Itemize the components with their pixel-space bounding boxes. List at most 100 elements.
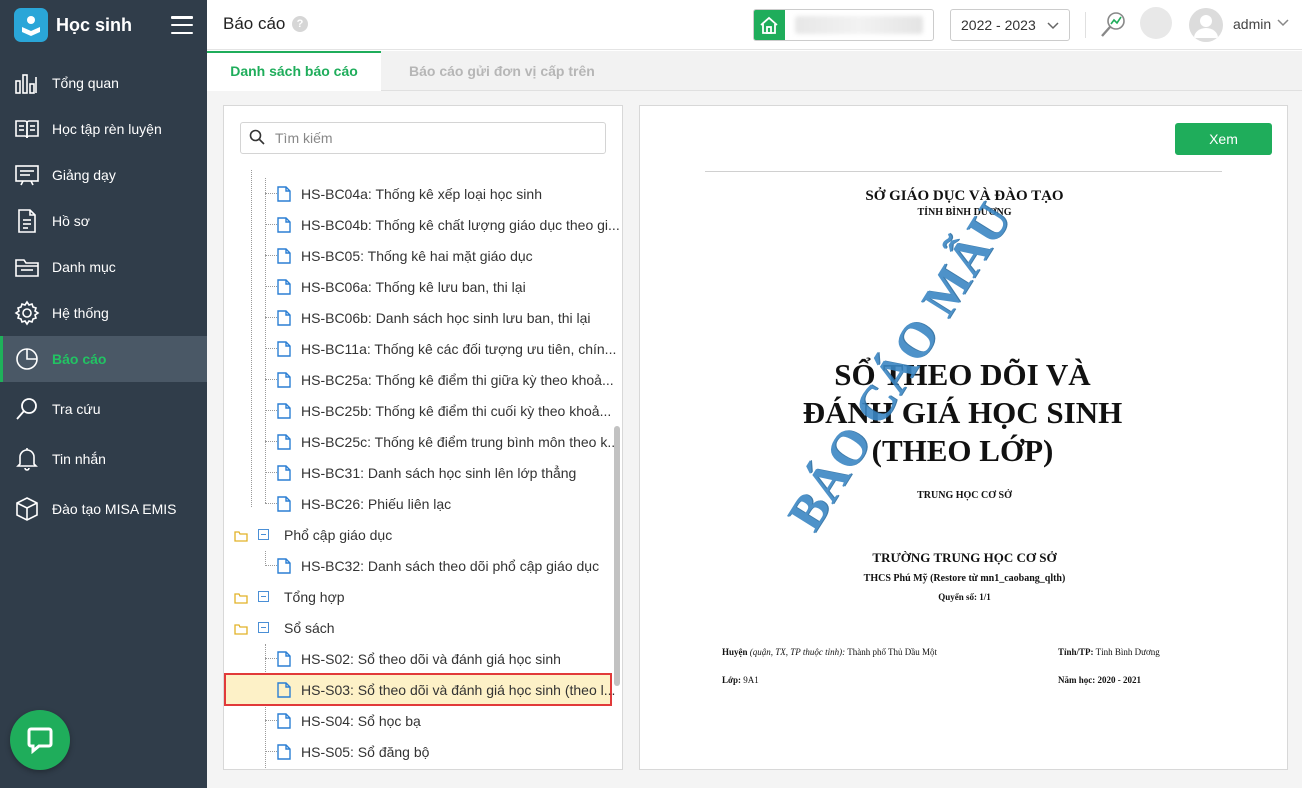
collapse-icon[interactable] — [258, 591, 269, 602]
chevron-down-icon[interactable] — [1277, 14, 1289, 30]
search-field[interactable] — [240, 122, 606, 154]
file-icon — [277, 650, 291, 667]
tree-group-so-sach[interactable]: Sổ sách — [234, 612, 335, 643]
tree-group-label: Tổng hợp — [284, 588, 345, 605]
tree-line — [265, 658, 277, 659]
page-title: Báo cáo — [223, 14, 286, 33]
school-selector[interactable] — [753, 9, 934, 41]
doc-department: SỞ GIÁO DỤC VÀ ĐÀO TẠO — [865, 188, 1064, 204]
search-analytics-icon[interactable] — [1098, 10, 1128, 40]
help-icon[interactable]: ? — [292, 16, 308, 32]
file-icon — [277, 309, 291, 326]
tree-group-tong-hop[interactable]: Tổng hợp — [234, 581, 345, 612]
school-home-icon — [754, 10, 785, 40]
app-title: Học sinh — [56, 14, 133, 35]
tree-line — [265, 551, 266, 566]
cube-icon — [12, 494, 42, 524]
tree-item-s05[interactable]: HS-S05: Sổ đăng bộ — [277, 736, 429, 767]
tree-item-bc04a[interactable]: HS-BC04a: Thống kê xếp loại học sinh — [277, 178, 542, 209]
tree-item-s02[interactable]: HS-S02: Sổ theo dõi và đánh giá học sinh — [277, 643, 561, 674]
tree-item-bc31[interactable]: HS-BC31: Danh sách học sinh lên lớp thẳn… — [277, 457, 576, 488]
tab-reports-to-superior[interactable]: Báo cáo gửi đơn vị cấp trên — [409, 51, 595, 91]
doc-class: Lớp: 9A1 — [722, 675, 759, 685]
tree-line — [265, 472, 277, 473]
tree-item-bc05[interactable]: HS-BC05: Thống kê hai mặt giáo dục — [277, 240, 533, 271]
sidebar-item-tra-cuu[interactable]: Tra cứu — [0, 386, 207, 432]
sidebar-item-he-thong[interactable]: Hệ thống — [0, 290, 207, 336]
collapse-icon[interactable] — [258, 622, 269, 633]
tree-item-label: HS-BC05: Thống kê hai mặt giáo dục — [301, 247, 533, 264]
tree-item-s03-selected[interactable]: HS-S03: Sổ theo dõi và đánh giá học sinh… — [224, 673, 615, 706]
menu-toggle-icon[interactable] — [171, 16, 193, 34]
search-icon — [12, 394, 42, 424]
sidebar-item-label: Hồ sơ — [52, 213, 90, 229]
chevron-down-icon — [1047, 17, 1059, 33]
folder-icon — [234, 529, 248, 542]
tree-item-bc06b[interactable]: HS-BC06b: Danh sách học sinh lưu ban, th… — [277, 302, 591, 333]
tree-group-pho-cap[interactable]: Phổ cập giáo dục — [234, 519, 392, 550]
doc-school-name: THCS Phú Mỹ (Restore từ mn1_caobang_qlth… — [863, 573, 1066, 584]
sidebar-item-hoc-tap[interactable]: Học tập rèn luyện — [0, 106, 207, 152]
tree-item-bc06a[interactable]: HS-BC06a: Thống kê lưu ban, thi lại — [277, 271, 526, 302]
tree-line — [265, 224, 277, 225]
chat-support-button[interactable] — [10, 710, 70, 770]
tree-item-label: HS-BC04b: Thống kê chất lượng giáo dục t… — [301, 216, 620, 233]
search-icon — [249, 129, 265, 148]
blackboard-icon — [12, 160, 42, 190]
tree-item-label: HS-S02: Sổ theo dõi và đánh giá học sinh — [301, 650, 561, 667]
sidebar-item-label: Hệ thống — [52, 305, 109, 321]
tree-group-label: Phổ cập giáo dục — [284, 526, 393, 543]
tree-scrollbar[interactable] — [614, 426, 620, 686]
divider — [1085, 12, 1086, 38]
file-icon — [277, 433, 291, 450]
school-year-select[interactable]: 2022 - 2023 — [950, 9, 1070, 41]
tree-item-bc25a[interactable]: HS-BC25a: Thống kê điểm thi giữa kỳ theo… — [277, 364, 614, 395]
file-icon — [277, 712, 291, 729]
tree-item-label: HS-BC25c: Thống kê điểm trung bình môn t… — [301, 433, 620, 450]
tree-item-label: HS-BC26: Phiếu liên lạc — [301, 495, 452, 512]
sidebar-item-label: Tổng quan — [52, 75, 119, 91]
tree-item-bc32[interactable]: HS-BC32: Danh sách theo dõi phổ cập giáo… — [277, 550, 599, 581]
pie-chart-icon — [12, 344, 42, 374]
sidebar-item-tin-nhan[interactable]: Tin nhắn — [0, 436, 207, 482]
file-icon — [277, 247, 291, 264]
tree-item-label: HS-S04: Sổ học bạ — [301, 712, 421, 729]
school-year-value: 2022 - 2023 — [961, 17, 1036, 33]
doc-year-value: 2020 - 2021 — [1097, 675, 1142, 685]
tree-line — [251, 170, 252, 507]
sidebar-item-bao-cao[interactable]: Báo cáo — [0, 336, 207, 382]
report-tabs: Danh sách báo cáo Báo cáo gửi đơn vị cấp… — [207, 51, 1302, 92]
file-icon — [277, 340, 291, 357]
tree-group-label: Sổ sách — [284, 619, 335, 636]
tree-item-bc11a[interactable]: HS-BC11a: Thống kê các đối tượng ưu tiên… — [277, 333, 616, 364]
tree-item-label: HS-BC06a: Thống kê lưu ban, thi lại — [301, 278, 526, 295]
tree-item-bc25b[interactable]: HS-BC25b: Thống kê điểm thi cuối kỳ theo… — [277, 395, 611, 426]
tree-item-bc04b[interactable]: HS-BC04b: Thống kê chất lượng giáo dục t… — [277, 209, 620, 240]
view-button[interactable]: Xem — [1175, 123, 1272, 155]
report-tree-panel: HS-BC04a: Thống kê xếp loại học sinh HS-… — [223, 105, 623, 770]
tree-line — [265, 317, 277, 318]
tree-item-s04[interactable]: HS-S04: Sổ học bạ — [277, 705, 421, 736]
sidebar-item-label: Đào tạo MISA EMIS — [52, 501, 177, 517]
notification-icon[interactable] — [1140, 7, 1172, 39]
tab-report-list[interactable]: Danh sách báo cáo — [207, 51, 381, 92]
tree-item-label: HS-BC31: Danh sách học sinh lên lớp thẳn… — [301, 464, 577, 481]
tree-item-label: HS-BC04a: Thống kê xếp loại học sinh — [301, 185, 542, 202]
sidebar-item-ho-so[interactable]: Hồ sơ — [0, 198, 207, 244]
tree-line — [265, 379, 277, 380]
doc-title: SỔ THEO DÕI VÀ ĐÁNH GIÁ HỌC SINH (THEO L… — [640, 356, 1285, 470]
sidebar-item-dao-tao[interactable]: Đào tạo MISA EMIS — [0, 486, 207, 532]
user-name[interactable]: admin — [1233, 16, 1271, 32]
avatar[interactable] — [1189, 8, 1223, 42]
tree-item-bc25c[interactable]: HS-BC25c: Thống kê điểm trung bình môn t… — [277, 426, 619, 457]
doc-class-value: 9A1 — [743, 675, 759, 685]
sidebar-item-danh-muc[interactable]: Danh mục — [0, 244, 207, 290]
report-preview-panel: Xem SỞ GIÁO DỤC VÀ ĐÀO TẠO TỈNH BÌNH DƯƠ… — [639, 105, 1288, 770]
sidebar-item-giang-day[interactable]: Giảng dạy — [0, 152, 207, 198]
bell-icon — [12, 444, 42, 474]
search-input[interactable] — [275, 130, 575, 146]
sidebar-item-tong-quan[interactable]: Tổng quan — [0, 60, 207, 106]
tree-item-bc26[interactable]: HS-BC26: Phiếu liên lạc — [277, 488, 451, 519]
collapse-icon[interactable] — [258, 529, 269, 540]
tree-item-label: HS-BC32: Danh sách theo dõi phổ cập giáo… — [301, 557, 600, 574]
